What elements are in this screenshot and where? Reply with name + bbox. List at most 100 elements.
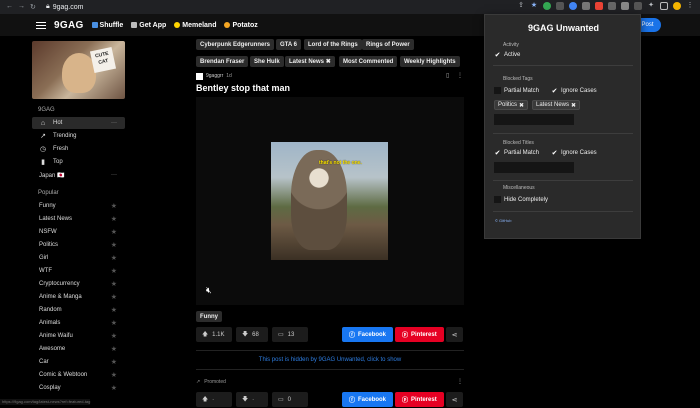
star-icon[interactable]: ★ — [111, 241, 117, 249]
site-logo[interactable]: 9GAG — [54, 20, 84, 31]
sidebar-popular-item[interactable]: Comic & Webtoon ★ — [32, 369, 125, 381]
extension-icon[interactable] — [595, 2, 603, 10]
more-dots-icon[interactable]: ··· — [111, 172, 117, 178]
sidebar-item-japan[interactable]: Japan 🇯🇵 ··· — [32, 169, 125, 181]
star-icon[interactable]: ★ — [111, 215, 117, 223]
star-icon[interactable]: ★ — [111, 332, 117, 340]
hamburger-menu-icon[interactable] — [36, 21, 46, 29]
post-tag-chip[interactable]: Funny — [196, 311, 222, 322]
pinterest-share-button[interactable]: ⓟ Pinterest — [395, 327, 444, 342]
sidebar-item-trending[interactable]: ↗ Trending — [32, 130, 125, 142]
featured-tag[interactable]: She Hulk — [250, 56, 284, 67]
downvote-button[interactable]: 🡇 68 — [236, 327, 268, 342]
blocked-tag-input[interactable] — [494, 114, 574, 125]
reload-icon[interactable]: ↻ — [30, 3, 36, 11]
star-icon[interactable]: ★ — [111, 228, 117, 236]
sidepanel-icon[interactable] — [660, 2, 668, 10]
blocked-tag-chip[interactable]: Latest News ✖ — [532, 100, 581, 110]
sidebar-item-fresh[interactable]: ◷ Fresh — [32, 143, 125, 155]
featured-tag[interactable]: Most Commented — [339, 56, 398, 67]
sidebar-popular-item[interactable]: Politics ★ — [32, 239, 125, 251]
post-title[interactable]: Bentley stop that man — [196, 83, 290, 93]
titles-ignore-cases-checkbox[interactable]: ✔ Ignore Cases — [551, 149, 597, 157]
sidebar-popular-item[interactable]: Awesome ★ — [32, 343, 125, 355]
post-menu-icon[interactable]: ⋮ — [457, 72, 463, 79]
close-icon[interactable]: ✖ — [519, 102, 524, 109]
facebook-share-button[interactable]: ⓕ Facebook — [342, 327, 394, 342]
star-icon[interactable]: ★ — [111, 293, 117, 301]
bookmark-star-icon[interactable]: ★ — [530, 2, 538, 10]
sidebar-popular-item[interactable]: Animals ★ — [32, 317, 125, 329]
sidebar-popular-item[interactable]: Random ★ — [32, 304, 125, 316]
featured-tag[interactable]: GTA 6 — [276, 39, 302, 50]
star-icon[interactable]: ★ — [111, 319, 117, 327]
sidebar-popular-item[interactable]: Anime Waifu ★ — [32, 330, 125, 342]
extension-icon[interactable] — [582, 2, 590, 10]
extension-icon[interactable] — [569, 2, 577, 10]
get-app-link[interactable]: Get App — [131, 22, 166, 29]
share-icon[interactable]: ⇪ — [517, 2, 525, 10]
sidebar-popular-item[interactable]: Anime & Manga ★ — [32, 291, 125, 303]
post-menu-icon[interactable]: ⋮ — [457, 378, 463, 385]
author-name[interactable]: 9gaggrr — [206, 73, 223, 79]
star-icon[interactable]: ★ — [111, 306, 117, 314]
featured-tag[interactable]: Weekly Highlights — [400, 56, 460, 67]
forward-icon[interactable]: → — [18, 3, 25, 11]
upvote-button[interactable]: 🡅 1.1K — [196, 327, 232, 342]
close-icon[interactable]: ✖ — [571, 102, 576, 109]
sidebar-popular-item[interactable]: NSFW ★ — [32, 226, 125, 238]
tags-ignore-cases-checkbox[interactable]: ✔ Ignore Cases — [551, 87, 597, 95]
blocked-tag-chip[interactable]: Politics ✖ — [494, 100, 529, 110]
tags-partial-match-checkbox[interactable]: Partial Match — [494, 87, 539, 94]
sidebar-popular-item[interactable]: Latest News ★ — [32, 213, 125, 225]
featured-tag-blocked[interactable]: Latest News ✖ — [285, 56, 335, 67]
back-icon[interactable]: ← — [6, 3, 13, 11]
extension-icon[interactable] — [634, 2, 642, 10]
star-icon[interactable]: ★ — [111, 267, 117, 275]
profile-avatar[interactable] — [673, 2, 681, 10]
sidebar-popular-item[interactable]: Girl ★ — [32, 252, 125, 264]
star-icon[interactable]: ★ — [111, 345, 117, 353]
star-icon[interactable]: ★ — [111, 371, 117, 379]
sidebar-banner-image[interactable]: CUTE CAT — [32, 41, 125, 99]
close-icon[interactable]: ✖ — [326, 58, 331, 65]
extension-icon[interactable] — [621, 2, 629, 10]
shuffle-link[interactable]: Shuffle — [91, 22, 123, 29]
featured-tag[interactable]: Lord of the Rings — [304, 39, 362, 50]
more-dots-icon[interactable]: ··· — [111, 120, 117, 126]
star-icon[interactable]: ★ — [111, 202, 117, 210]
post-video[interactable]: that's not the one. 🔇︎ — [196, 97, 464, 305]
sidebar-popular-item[interactable]: WTF ★ — [32, 265, 125, 277]
menu-dots-icon[interactable]: ⋮ — [686, 2, 694, 10]
address-bar[interactable]: 🔒︎ 9gag.com — [46, 3, 83, 11]
star-icon[interactable]: ★ — [111, 384, 117, 392]
star-icon[interactable]: ★ — [111, 280, 117, 288]
extension-icon[interactable] — [543, 2, 551, 10]
hidden-post-notice[interactable]: This post is hidden by 9GAG Unwanted, cl… — [196, 357, 464, 363]
github-link[interactable]: © GitHub — [495, 218, 512, 223]
star-icon[interactable]: ★ — [111, 254, 117, 262]
featured-tag[interactable]: Brendan Fraser — [196, 56, 249, 67]
share-icon[interactable]: ⋖ — [446, 327, 463, 342]
blocked-title-input[interactable] — [494, 162, 574, 173]
sidebar-popular-item[interactable]: Car ★ — [32, 356, 125, 368]
sidebar-item-top[interactable]: ▮ Top — [32, 156, 125, 168]
memeland-link[interactable]: Memeland — [174, 22, 216, 29]
sidebar-item-hot[interactable]: ⌂ Hot ··· — [32, 117, 125, 129]
potatoz-link[interactable]: Potatoz — [224, 22, 258, 29]
comments-button[interactable]: ▭ 13 — [272, 327, 308, 342]
featured-tag[interactable]: Rings of Power — [362, 39, 414, 50]
bookmark-icon[interactable]: ▯ — [446, 72, 449, 79]
muted-speaker-icon[interactable]: 🔇︎ — [206, 285, 212, 296]
star-icon[interactable]: ★ — [111, 358, 117, 366]
sidebar-popular-item[interactable]: Cryptocurrency ★ — [32, 278, 125, 290]
author-avatar[interactable] — [196, 72, 203, 80]
sidebar-popular-item[interactable]: Funny ★ — [32, 200, 125, 212]
titles-partial-match-checkbox[interactable]: ✔ Partial Match — [494, 149, 539, 157]
active-checkbox[interactable]: ✔ Active — [494, 51, 521, 59]
extension-icon[interactable] — [608, 2, 616, 10]
puzzle-icon[interactable]: ✦ — [647, 2, 655, 10]
featured-tag[interactable]: Cyberpunk Edgerunners — [196, 39, 275, 50]
extension-icon[interactable] — [556, 2, 564, 10]
hide-completely-checkbox[interactable]: Hide Completely — [494, 196, 548, 203]
